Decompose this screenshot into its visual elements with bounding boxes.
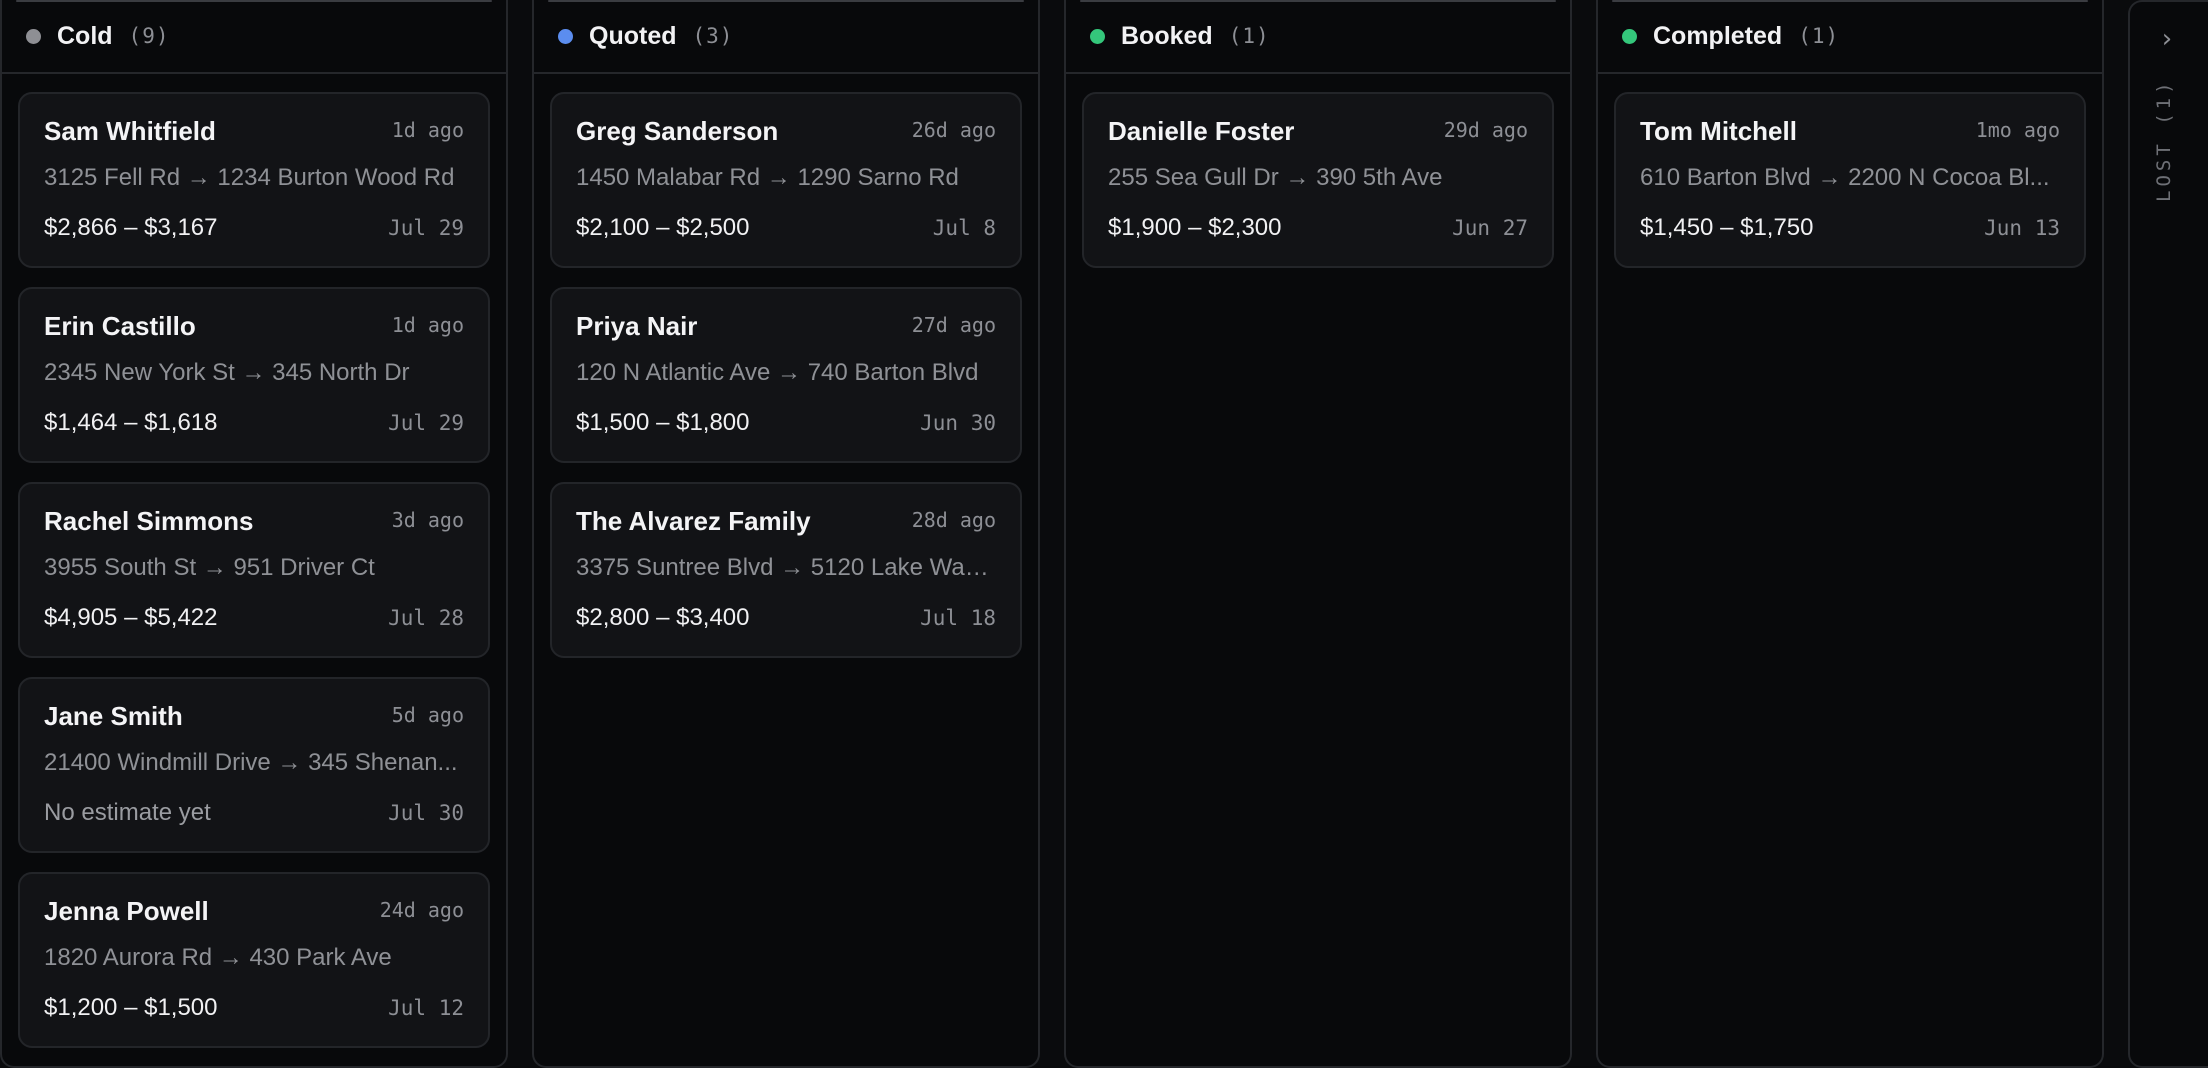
chevron-right-icon[interactable]: › — [2130, 24, 2204, 54]
status-dot — [1622, 28, 1637, 44]
column-header[interactable]: Quoted (3) — [534, 0, 1038, 74]
column-title: Cold — [57, 21, 113, 50]
lead-card[interactable]: Sam Whitfield 1d ago 3125 Fell Rd → 1234… — [18, 92, 490, 268]
lead-route: 1450 Malabar Rd → 1290 Sarno Rd — [576, 164, 959, 191]
lead-route: 3125 Fell Rd → 1234 Burton Wood Rd — [44, 164, 455, 191]
lead-name: Greg Sanderson — [576, 116, 779, 146]
lead-move-date: Jul 30 — [388, 801, 464, 825]
lead-route: 1820 Aurora Rd → 430 Park Ave — [44, 944, 392, 971]
pipeline-board: Cold (9) Sam Whitfield 1d ago 3125 Fell … — [0, 0, 2208, 1068]
lead-age: 28d ago — [911, 508, 996, 532]
column-cold: Cold (9) Sam Whitfield 1d ago 3125 Fell … — [0, 0, 508, 1068]
lead-move-date: Jul 29 — [388, 411, 464, 435]
lead-name: Priya Nair — [576, 311, 698, 341]
column-title: Completed — [1653, 21, 1783, 50]
lead-estimate: $1,200 – $1,500 — [44, 994, 218, 1021]
column-count: (3) — [692, 24, 734, 48]
lead-card[interactable]: Jenna Powell 24d ago 1820 Aurora Rd → 43… — [18, 872, 490, 1048]
lead-estimate: $2,100 – $2,500 — [576, 214, 750, 241]
lead-age: 1d ago — [391, 313, 464, 337]
lead-route: 3375 Suntree Blvd → 5120 Lake Was... — [576, 554, 996, 581]
lead-estimate: $2,800 – $3,400 — [576, 604, 750, 631]
lead-route: 120 N Atlantic Ave → 740 Barton Blvd — [576, 359, 979, 386]
lead-move-date: Jul 8 — [932, 216, 996, 240]
lead-route: 3955 South St → 951 Driver Ct — [44, 554, 375, 581]
lead-age: 1d ago — [391, 118, 464, 142]
lead-name: Jane Smith — [44, 701, 183, 731]
lead-name: The Alvarez Family — [576, 506, 811, 536]
lost-column-label: LOST (1) — [2153, 78, 2175, 202]
status-dot — [558, 28, 573, 44]
lead-age: 29d ago — [1443, 118, 1528, 142]
column-completed: Completed (1) Tom Mitchell 1mo ago 610 B… — [1596, 0, 2104, 1068]
lead-age: 5d ago — [391, 703, 464, 727]
lead-move-date: Jun 13 — [1984, 216, 2060, 240]
lead-age: 27d ago — [911, 313, 996, 337]
lead-move-date: Jul 28 — [388, 606, 464, 630]
column-header[interactable]: Completed (1) — [1598, 0, 2102, 74]
status-dot — [1090, 28, 1105, 44]
lead-move-date: Jul 12 — [388, 996, 464, 1020]
column-lost-collapsed[interactable]: › LOST (1) — [2128, 0, 2208, 1068]
lead-move-date: Jun 30 — [920, 411, 996, 435]
lead-card[interactable]: Priya Nair 27d ago 120 N Atlantic Ave → … — [550, 287, 1022, 463]
lead-name: Jenna Powell — [44, 896, 209, 926]
column-count: (9) — [128, 24, 170, 48]
lead-estimate: No estimate yet — [44, 799, 211, 826]
lead-move-date: Jun 27 — [1452, 216, 1528, 240]
lead-card[interactable]: Jane Smith 5d ago 21400 Windmill Drive →… — [18, 677, 490, 853]
lead-card[interactable]: Tom Mitchell 1mo ago 610 Barton Blvd → 2… — [1614, 92, 2086, 268]
lead-card[interactable]: Erin Castillo 1d ago 2345 New York St → … — [18, 287, 490, 463]
column-count: (1) — [1798, 24, 1840, 48]
column-quoted: Quoted (3) Greg Sanderson 26d ago 1450 M… — [532, 0, 1040, 1068]
lead-card[interactable]: Greg Sanderson 26d ago 1450 Malabar Rd →… — [550, 92, 1022, 268]
lead-name: Danielle Foster — [1108, 116, 1295, 146]
lead-route: 21400 Windmill Drive → 345 Shenan... — [44, 749, 458, 776]
lead-estimate: $1,900 – $2,300 — [1108, 214, 1282, 241]
column-count: (1) — [1228, 24, 1270, 48]
lead-route: 610 Barton Blvd → 2200 N Cocoa Bl... — [1640, 164, 2050, 191]
status-dot — [26, 28, 41, 44]
lead-move-date: Jul 29 — [388, 216, 464, 240]
lead-card[interactable]: Rachel Simmons 3d ago 3955 South St → 95… — [18, 482, 490, 658]
column-title: Booked — [1121, 21, 1213, 50]
lead-card[interactable]: Danielle Foster 29d ago 255 Sea Gull Dr … — [1082, 92, 1554, 268]
column-header[interactable]: Cold (9) — [2, 0, 506, 74]
lead-estimate: $1,500 – $1,800 — [576, 409, 750, 436]
lead-estimate: $4,905 – $5,422 — [44, 604, 218, 631]
lead-estimate: $1,464 – $1,618 — [44, 409, 218, 436]
lead-name: Erin Castillo — [44, 311, 196, 341]
lead-name: Rachel Simmons — [44, 506, 254, 536]
lead-age: 24d ago — [379, 898, 464, 922]
lead-move-date: Jul 18 — [920, 606, 996, 630]
lead-estimate: $1,450 – $1,750 — [1640, 214, 1814, 241]
lead-route: 2345 New York St → 345 North Dr — [44, 359, 410, 386]
lead-name: Sam Whitfield — [44, 116, 216, 146]
lead-route: 255 Sea Gull Dr → 390 5th Ave — [1108, 164, 1443, 191]
column-title: Quoted — [589, 21, 677, 50]
column-booked: Booked (1) Danielle Foster 29d ago 255 S… — [1064, 0, 1572, 1068]
lead-age: 26d ago — [911, 118, 996, 142]
lead-age: 3d ago — [391, 508, 464, 532]
column-header[interactable]: Booked (1) — [1066, 0, 1570, 74]
lead-estimate: $2,866 – $3,167 — [44, 214, 218, 241]
lead-card[interactable]: The Alvarez Family 28d ago 3375 Suntree … — [550, 482, 1022, 658]
lead-name: Tom Mitchell — [1640, 116, 1797, 146]
lead-age: 1mo ago — [1975, 118, 2060, 142]
